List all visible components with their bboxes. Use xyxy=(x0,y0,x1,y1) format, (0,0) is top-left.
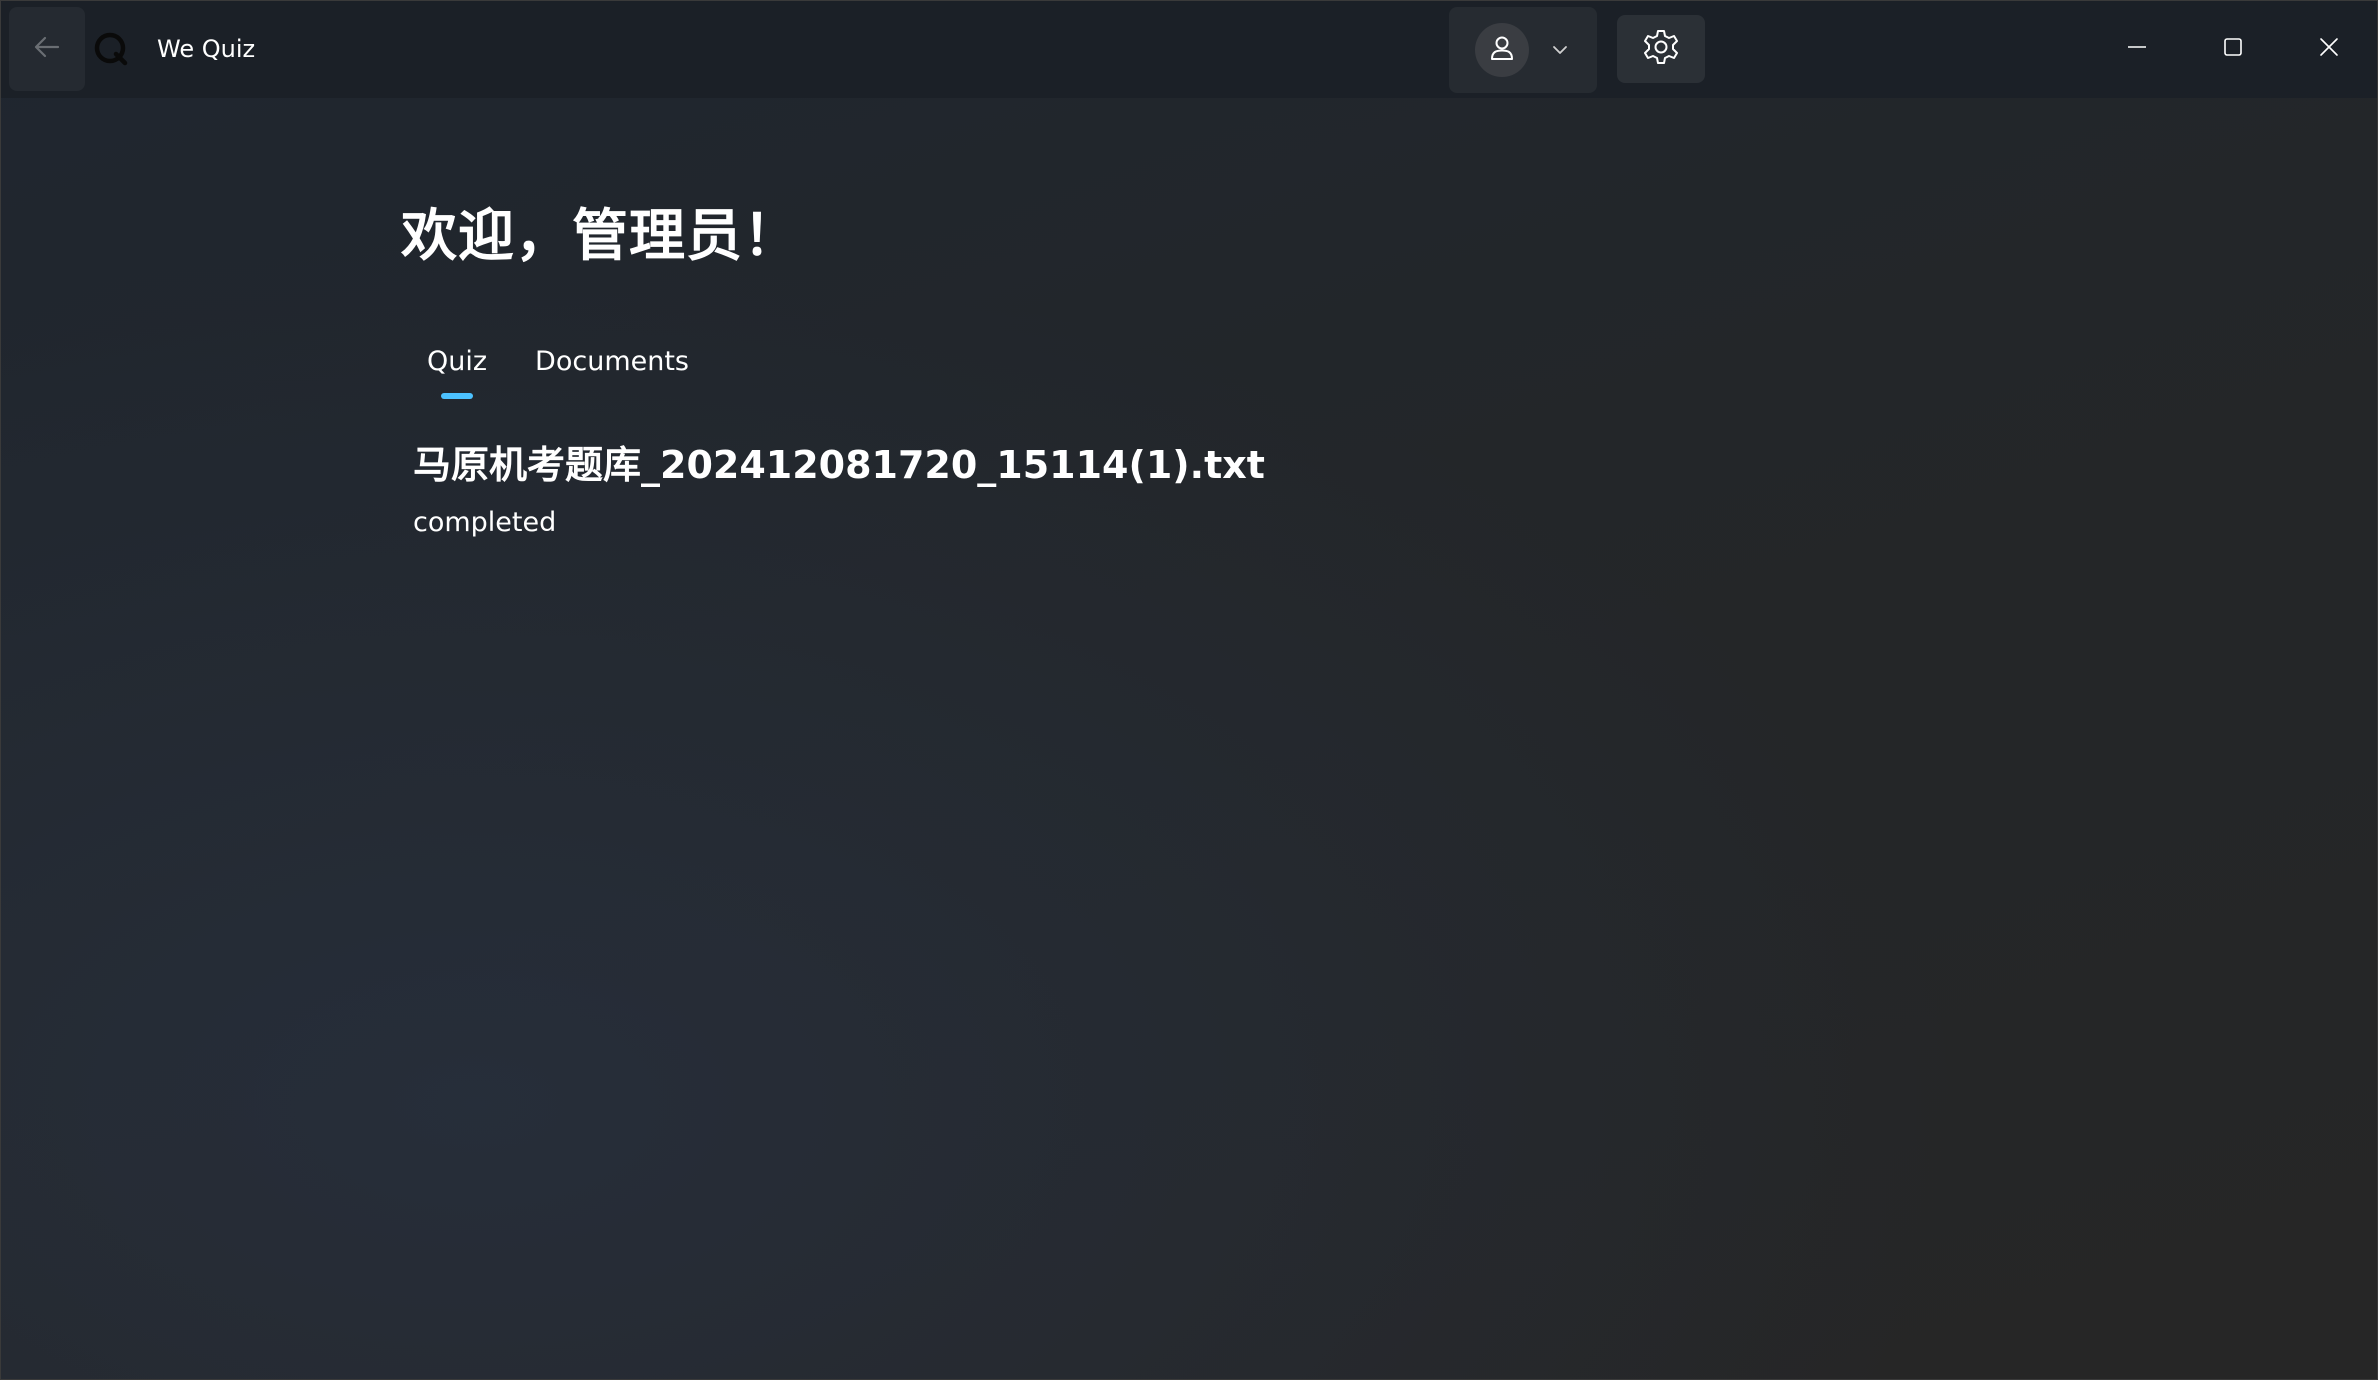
list-item[interactable]: 马原机考题库_202412081720_15114(1).txt complet… xyxy=(413,437,1813,543)
quiz-status: completed xyxy=(413,507,557,538)
app-window: We Quiz 欢迎，管理员！ Quiz Documents 马原机考题库_20… xyxy=(0,0,2378,1380)
tab-bar: Quiz Documents xyxy=(411,337,721,407)
chevron-down-icon xyxy=(1547,37,1573,63)
tab-selected-indicator xyxy=(441,393,474,399)
quiz-logo-icon xyxy=(93,31,129,67)
page-title: 欢迎，管理员！ xyxy=(401,204,800,269)
title-bar: We Quiz xyxy=(1,1,2377,98)
minimize-icon xyxy=(2125,35,2149,63)
close-button[interactable] xyxy=(2299,19,2359,79)
tab-label: Quiz xyxy=(427,346,488,377)
settings-button[interactable] xyxy=(1617,15,1705,83)
back-arrow-icon xyxy=(32,32,62,66)
maximize-button[interactable] xyxy=(2203,19,2263,79)
quiz-file-name: 马原机考题库_202412081720_15114(1).txt xyxy=(413,443,1265,487)
tab-documents[interactable]: Documents xyxy=(519,337,705,407)
back-button[interactable] xyxy=(9,7,85,91)
tab-quiz[interactable]: Quiz xyxy=(411,337,503,407)
account-menu-button[interactable] xyxy=(1449,7,1597,93)
tab-label: Documents xyxy=(535,346,689,377)
maximize-icon xyxy=(2221,35,2245,63)
gear-icon xyxy=(1641,27,1681,71)
app-title: We Quiz xyxy=(157,35,256,63)
avatar xyxy=(1475,23,1529,77)
person-icon xyxy=(1488,34,1516,66)
quiz-list: 马原机考题库_202412081720_15114(1).txt complet… xyxy=(413,437,1813,543)
minimize-button[interactable] xyxy=(2107,19,2167,79)
close-icon xyxy=(2317,35,2341,63)
